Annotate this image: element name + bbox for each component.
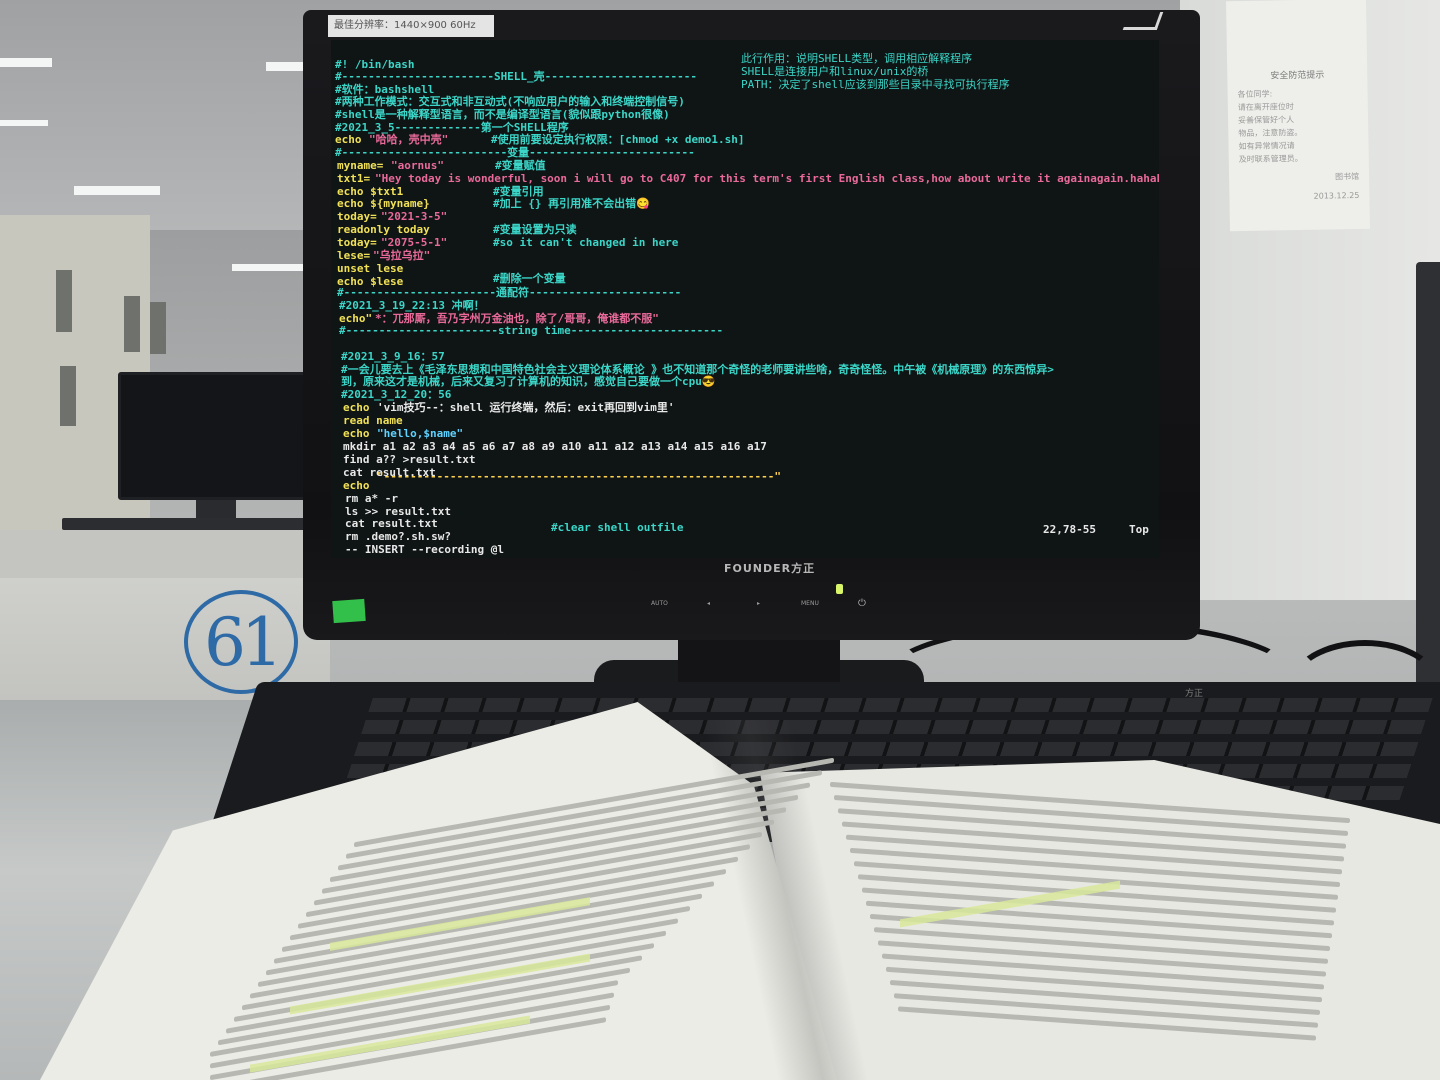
pc-tower [1416,262,1440,692]
code-line: #so it can't changed in here [493,236,679,249]
code-line: #2021_3_12_20：56 [341,388,452,401]
safety-notice: 安全防范提示 各位同学: 请在离开座位时 妥善保管好个人 物品，注意防盗。 如有… [1226,0,1370,232]
code-line: "2075-5-1" [381,236,448,249]
code-line: "乌拉乌拉" [373,249,431,262]
code-line: lese= [337,249,371,262]
code-line: echo ${myname} [337,197,430,210]
key-row[interactable] [361,720,1426,734]
code-line: 'vim技巧--：shell 运行终端，然后：exit再回到vim里' [377,401,675,414]
code-line: "Hey today is wonderful, soon i will go … [375,172,1159,185]
code-line: #2021_3_19_22:13 冲啊！ [339,299,485,312]
seat-number-badge: 61 [184,590,298,694]
code-line: 到，原来这才是机械，后来又复习了计算机的知识，感觉自己要做一个cpu😎 [341,375,716,388]
code-line: #加上 {} 再引用准不会出错😋 [493,197,650,210]
note-line: SHELL是连接用户和linux/unix的桥 [741,65,929,78]
code-line: rm .demo?.sh.sw? [345,530,451,543]
code-line: "hello,$name" [377,427,464,440]
notice-title: 安全防范提示 [1270,70,1325,82]
code-line: txt1= [337,172,371,185]
code-line: "2021-3-5" [381,210,448,223]
wall-window [60,366,76,426]
code-line: cat result.txt [345,517,438,530]
wall-window [56,270,72,332]
monitor-controls: AUTO ◂ ▸ MENU [645,600,875,614]
scroll-indicator: Top [1129,523,1149,536]
auto-button[interactable]: AUTO [651,600,668,607]
ceiling-light [266,62,308,71]
background-monitor [118,372,312,500]
code-line: #-----------------------SHELL_壳---------… [335,70,697,83]
resolution-badge: 最佳分辨率：1440×900 60Hz [328,15,494,37]
code-line: #clear shell outfile [551,521,684,534]
code-line: #2021_3_9_16：57 [341,350,445,363]
power-icon[interactable]: ⏻ [858,598,866,609]
ceiling-light [0,58,52,67]
code-line: find a?? >result.txt [343,453,476,466]
code-line: echo [335,133,362,146]
ceiling-light [0,120,48,126]
notice-line: 及时联系管理员。 [1238,153,1303,165]
code-line: #shell是一种解释型语言，而不是编译型语言(貌似跟python很像) [335,108,670,121]
terminal-screen[interactable]: #! /bin/bash #-----------------------SHEL… [331,40,1159,558]
code-line: rm a* -r [345,492,398,505]
code-line: myname= [337,159,384,172]
code-line: mkdir a1 a2 a3 a4 a5 a6 a7 a8 a9 a10 a11… [343,440,767,453]
wall-window [124,296,140,352]
green-sticker [332,598,366,624]
code-line: -- INSERT --recording @l [345,543,504,556]
note-line: 此行作用：说明SHELL类型，调用相应解释程序 [741,52,973,65]
ceiling-light [232,264,306,271]
code-line: #删除一个变量 [493,272,566,285]
code-line: #-----------------------通配符-------------… [337,286,682,299]
code-line: echo [343,427,370,440]
code-line: read name [343,414,403,427]
code-line: unset lese [337,262,404,275]
right-button[interactable]: ▸ [757,600,760,607]
code-line: #-----------------------string time-----… [339,324,724,337]
code-line: readonly today [337,223,430,236]
code-line: #变量赋值 [495,159,546,172]
code-line: "---------------------------------------… [377,470,781,483]
notice-signature: 图书馆 [1335,171,1360,182]
code-line: #-------------------------变量------------… [335,146,695,159]
notice-date: 2013.12.25 [1313,190,1360,201]
wall-window [150,302,166,354]
note-line: PATH：决定了shell应该到那些目录中寻找可执行程序 [741,78,1010,91]
code-line: #变量设置为只读 [493,223,577,236]
cursor-position: 22,78-55 [1043,523,1096,536]
back-desk [0,530,320,578]
left-button[interactable]: ◂ [707,600,710,607]
ceiling-light [74,186,160,195]
code-line: echo [343,401,370,414]
keyboard-brand: 方正 [1185,689,1204,699]
background-monitor-stand [196,500,236,518]
background-keyboard [62,518,312,530]
menu-button[interactable]: MENU [801,600,819,607]
code-line: "哈哈，壳中壳" [369,133,449,146]
monitor-logo-icon [1122,12,1164,30]
code-line: today= [337,236,377,249]
code-line: echo [343,479,370,492]
power-led [836,584,843,594]
code-line: "aornus" [391,159,444,172]
code-line: #使用前要设定执行权限：[chmod +x demo1.sh] [491,133,745,146]
code-line: #两种工作模式：交互式和非互动式(不响应用户的输入和终端控制信号) [335,95,685,108]
key-row[interactable] [368,698,1433,712]
monitor-brand: FOUNDER方正 [724,562,816,575]
code-line: today= [337,210,377,223]
